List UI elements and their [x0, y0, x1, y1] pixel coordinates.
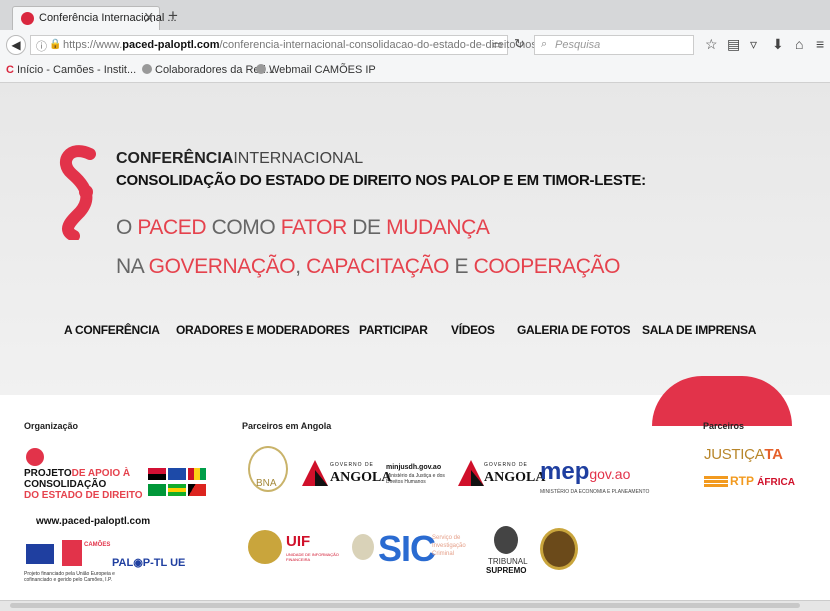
new-tab-button[interactable]: + [168, 6, 178, 26]
minjusdh-sub: Ministério da Justiça e dos Direitos Hum… [386, 473, 445, 485]
paced-url[interactable]: www.paced-paloptl.com [36, 516, 150, 527]
conference-logo-icon [60, 145, 96, 240]
mep-sub: MINISTÉRIO DA ECONOMIA E PLANEAMENTO [540, 489, 650, 495]
angola-text: ANGOLA [484, 470, 546, 485]
search-placeholder: Pesquisa [555, 39, 601, 51]
camoes-icon: C [6, 64, 14, 76]
rtp-africa-logo[interactable]: RTP ÁFRICA [730, 474, 795, 488]
uif-label: UIF [286, 533, 311, 550]
search-icon: ⌕ [541, 38, 548, 50]
tribunal-emblem-icon [494, 526, 518, 554]
info-icon[interactable]: ⓘ [36, 38, 47, 54]
governo-de-text: GOVERNO DE [484, 462, 528, 468]
minjusdh-text: minjusdh.gov.ao [386, 464, 442, 471]
supremo-label: SUPREMO [486, 566, 527, 575]
nav-galeria[interactable]: GALERIA DE FOTOS [517, 323, 631, 337]
hero-title-line2: CONSOLIDAÇÃO DO ESTADO DE DIREITO NOS PA… [116, 172, 646, 189]
governo-angola-icon [302, 460, 328, 486]
governo-angola-icon [458, 460, 484, 486]
camoes-logo-icon [62, 540, 82, 566]
address-bar[interactable]: ⓘ 🔒 https://www.paced-paloptl.com/confer… [30, 35, 567, 55]
eu-funding-note: Projeto financiado pela União Europeia e… [24, 571, 115, 583]
tab-title: Conferência Internacional ... [39, 12, 177, 24]
uif-sub: UNIDADE DE INFORMAÇÃO FINANCEIRA [286, 552, 339, 562]
horizontal-scrollbar[interactable] [0, 600, 830, 611]
nav-oradores[interactable]: ORADORES E MODERADORES [176, 323, 350, 337]
justice-emblem-icon [540, 528, 578, 570]
clipboard-icon[interactable]: ▤ [727, 36, 740, 53]
paced-logo[interactable]: PROJETODE APOIO À CONSOLIDAÇÃO DO ESTADO… [24, 468, 143, 501]
nav-participar[interactable]: PARTICIPAR [359, 323, 428, 337]
organizacao-label: Organização [24, 421, 79, 431]
scrollbar-thumb[interactable] [10, 603, 800, 608]
pocket-icon[interactable]: ▿ [750, 36, 757, 53]
bookmark-item[interactable]: C Início - Camões - Instit... [6, 64, 136, 76]
parceiros-angola-label: Parceiros em Angola [242, 421, 332, 431]
mep-logo[interactable]: mepgov.ao [540, 458, 630, 486]
globe-icon [256, 64, 266, 74]
globe-icon [142, 64, 152, 74]
tab-close-icon[interactable]: X [144, 10, 153, 25]
browser-tab[interactable]: Conferência Internacional ... X [12, 6, 177, 30]
bookmark-item[interactable]: Webmail CAMÕES IP [256, 64, 376, 76]
bookmark-item[interactable]: Colaboradores da Red... [142, 64, 275, 76]
back-button[interactable]: ◀ [6, 35, 26, 55]
hero-subtitle-line1: O PACED COMO FATOR DE MUDANÇA [116, 216, 490, 239]
sic-emblem-icon [352, 534, 374, 560]
download-icon[interactable]: ⬇ [772, 36, 784, 53]
camoes-logo-text: CAMÕES [84, 542, 111, 548]
reload-icon[interactable]: ↻ [514, 36, 525, 52]
bookmark-star-icon[interactable]: ☆ [705, 36, 718, 53]
governo-de-text: GOVERNO DE [330, 462, 374, 468]
eu-flag-icon [26, 544, 54, 564]
palop-flags [148, 468, 210, 506]
uif-emblem-icon [248, 530, 282, 564]
paced-logo-icon [26, 448, 44, 466]
hero-subtitle-line2: NA GOVERNAÇÃO, CAPACITAÇÃO E COOPERAÇÃO [116, 255, 621, 278]
menu-icon[interactable]: ≡ [816, 36, 824, 52]
hero-title-line1: CONFERÊNCIAINTERNACIONAL [116, 150, 364, 167]
sic-label: SIC [378, 528, 436, 569]
back-arrow-icon: ◀ [11, 38, 21, 52]
bna-label: BNA [256, 478, 277, 489]
sic-sub: Serviço de Investigação Criminal [432, 535, 466, 557]
rtp-stripes-icon [704, 476, 728, 488]
palop-tl-ue-logo[interactable]: PAL◉P-TL UE [112, 556, 185, 569]
search-input[interactable]: ⌕ Pesquisa [534, 35, 694, 55]
nav-a-conferencia[interactable]: A CONFERÊNCIA [64, 323, 160, 337]
angola-text: ANGOLA [330, 470, 392, 485]
nav-sala-imprensa[interactable]: SALA DE IMPRENSA [642, 323, 756, 337]
lock-icon[interactable]: 🔒 [49, 39, 61, 50]
reader-view-icon[interactable]: ▭ [492, 38, 502, 51]
home-icon[interactable]: ⌂ [795, 36, 803, 52]
nav-videos[interactable]: VÍDEOS [451, 323, 495, 337]
favicon-icon [21, 12, 34, 25]
tribunal-label: TRIBUNAL [488, 557, 528, 566]
justica-tv-logo[interactable]: JUSTIÇATA [704, 446, 783, 463]
parceiros-label: Parceiros [703, 421, 745, 431]
